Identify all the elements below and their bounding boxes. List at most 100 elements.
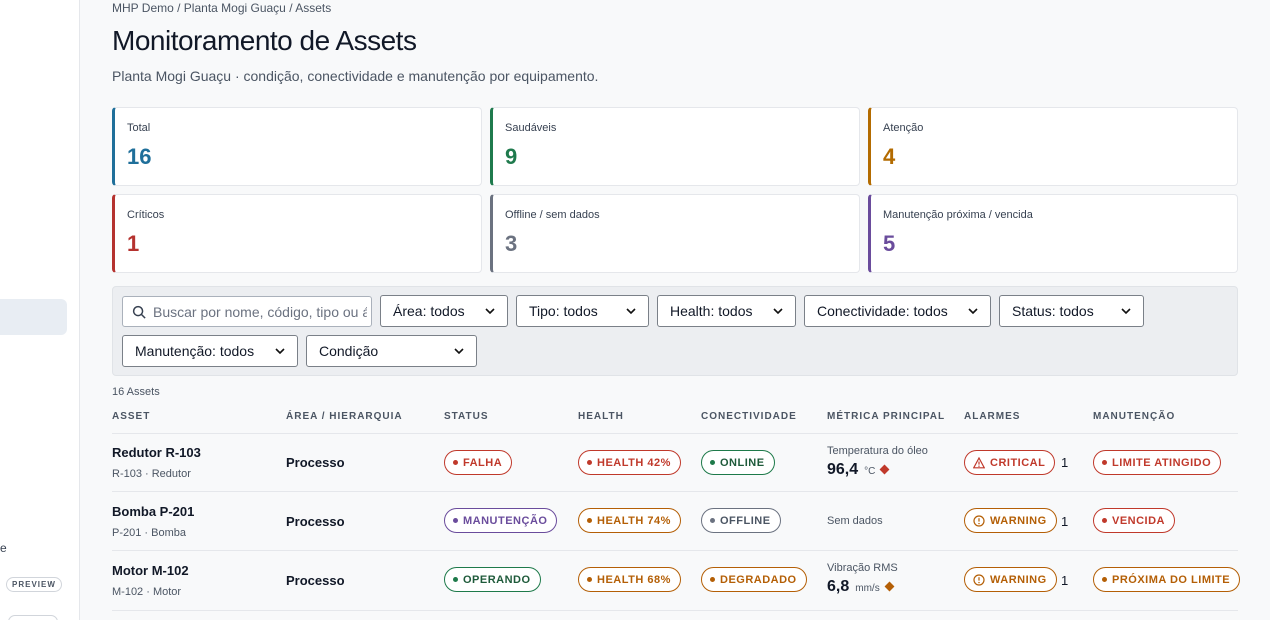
column-header-status[interactable]: STATUS	[444, 411, 489, 422]
health-label: HEALTH 42%	[597, 456, 671, 469]
kpi-offline[interactable]: Offline / sem dados 3	[490, 194, 860, 273]
metric-label: Sem dados	[827, 515, 883, 527]
sidebar: e PREVIEW	[0, 0, 80, 620]
column-header-area[interactable]: ÁREA / HIERARQUIA	[286, 411, 403, 422]
warning-circle-icon	[973, 573, 985, 586]
status-dot	[453, 577, 458, 582]
table-row[interactable]: Redutor R-103 R-103 · Redutor Processo F…	[112, 434, 1238, 492]
breadcrumb[interactable]: MHP Demo / Planta Mogi Guaçu / Assets	[112, 1, 331, 15]
chevron-down-icon	[773, 308, 783, 315]
alarm-badge[interactable]: WARNING	[964, 567, 1057, 592]
kpi-criticos[interactable]: Críticos 1	[112, 194, 482, 273]
asset-code: M-102 · Motor	[112, 586, 182, 598]
metric-value: 96,4	[827, 461, 859, 478]
kpi-manutencao[interactable]: Manutenção próxima / vencida 5	[868, 194, 1238, 273]
column-header-conectividade[interactable]: CONECTIVIDADE	[701, 411, 797, 422]
maint-label: VENCIDA	[1112, 514, 1166, 527]
metric-unit: °C	[864, 466, 876, 477]
health-badge: HEALTH 68%	[578, 567, 681, 592]
health-dot	[587, 577, 592, 582]
health-badge: HEALTH 74%	[578, 508, 681, 533]
metric-value: 6,8	[827, 578, 850, 595]
alarm-count: 1	[1061, 514, 1069, 529]
alarm-cell: WARNING	[964, 567, 1057, 592]
chevron-down-icon	[1121, 308, 1131, 315]
chevron-down-icon	[626, 308, 636, 315]
area-select[interactable]: Área: todos	[380, 295, 508, 327]
conn-cell: DEGRADADO	[701, 567, 807, 592]
tipo-select[interactable]: Tipo: todos	[516, 295, 649, 327]
search-input[interactable]	[153, 297, 367, 326]
maint-cell: PRÓXIMA DO LIMITE	[1093, 567, 1241, 592]
status-badge: FALHA	[444, 450, 513, 475]
maint-badge: LIMITE ATINGIDO	[1093, 450, 1222, 475]
kpi-total[interactable]: Total 16	[112, 107, 482, 186]
asset-name[interactable]: Motor M-102	[112, 563, 189, 578]
alarm-label: CRITICAL	[990, 456, 1046, 469]
column-header-health[interactable]: HEALTH	[578, 411, 624, 422]
column-header-alarmes[interactable]: ALARMES	[964, 411, 1020, 422]
health-cell: HEALTH 74%	[578, 508, 681, 533]
asset-name[interactable]: Bomba P-201	[112, 504, 194, 519]
maint-cell: LIMITE ATINGIDO	[1093, 450, 1222, 475]
conn-cell: ONLINE	[701, 450, 775, 475]
column-header-manutencao[interactable]: MANUTENÇÃO	[1093, 411, 1175, 422]
sidebar-item-label: e	[0, 541, 7, 555]
column-header-asset[interactable]: ASSET	[112, 411, 150, 422]
maint-dot	[1102, 577, 1107, 582]
kpi-value: 3	[505, 231, 518, 256]
critical-diamond-icon	[879, 464, 890, 475]
table-header: ASSET ÁREA / HIERARQUIA STATUS HEALTH CO…	[112, 410, 1238, 434]
sidebar-toggle[interactable]	[8, 615, 58, 620]
status-label: OPERANDO	[463, 573, 531, 586]
area-cell: Processo	[286, 514, 345, 529]
tipo-select-value: Tipo: todos	[529, 303, 598, 319]
search-box[interactable]	[122, 296, 372, 327]
alarm-badge[interactable]: WARNING	[964, 508, 1057, 533]
health-badge: HEALTH 42%	[578, 450, 681, 475]
conectividade-select[interactable]: Conectividade: todos	[804, 295, 991, 327]
manutencao-select[interactable]: Manutenção: todos	[122, 335, 298, 367]
condicao-select-value: Condição	[319, 343, 379, 359]
column-header-metrica[interactable]: MÉTRICA PRINCIPAL	[827, 411, 945, 422]
health-dot	[587, 518, 592, 523]
status-cell: FALHA	[444, 450, 513, 475]
kpi-grid: Total 16 Saudáveis 9 Atenção 4 Críticos …	[112, 107, 1238, 273]
asset-name[interactable]: Redutor R-103	[112, 445, 201, 460]
condicao-select[interactable]: Condição	[306, 335, 477, 367]
page-title: Monitoramento de Assets	[112, 25, 417, 56]
alarm-badge[interactable]: CRITICAL	[964, 450, 1056, 475]
status-select[interactable]: Status: todos	[999, 295, 1144, 327]
area-cell: Processo	[286, 573, 345, 588]
chevron-down-icon	[968, 308, 978, 315]
status-badge: OPERANDO	[444, 567, 541, 592]
health-label: HEALTH 74%	[597, 514, 671, 527]
status-label: MANUTENÇÃO	[463, 514, 548, 527]
metric-label: Vibração RMS	[827, 562, 898, 574]
alarm-count: 1	[1061, 573, 1069, 588]
health-select[interactable]: Health: todos	[657, 295, 796, 327]
asset-cell: Motor M-102 M-102 · Motor	[112, 563, 189, 598]
table-row[interactable]: Motor M-102 M-102 · Motor Processo OPERA…	[112, 551, 1241, 611]
filter-panel: Área: todos Tipo: todos Health: todos Co…	[112, 286, 1238, 376]
table-row[interactable]: Bomba P-201 P-201 · Bomba Processo MANUT…	[112, 493, 1238, 551]
kpi-label: Críticos	[127, 209, 165, 221]
conn-badge: DEGRADADO	[701, 567, 807, 592]
search-icon	[132, 305, 146, 319]
conn-badge: OFFLINE	[701, 508, 781, 533]
preview-badge: PREVIEW	[6, 577, 62, 592]
kpi-value: 5	[883, 231, 896, 256]
sidebar-item-assets[interactable]	[0, 299, 67, 335]
kpi-saudaveis[interactable]: Saudáveis 9	[490, 107, 860, 186]
asset-code: P-201 · Bomba	[112, 527, 186, 539]
alarm-label: WARNING	[990, 573, 1047, 586]
page-subtitle: Planta Mogi Guaçu · condição, conectivid…	[112, 68, 599, 84]
health-label: HEALTH 68%	[597, 573, 671, 586]
kpi-value: 9	[505, 144, 518, 169]
kpi-label: Atenção	[883, 122, 924, 134]
maint-dot	[1102, 460, 1107, 465]
conn-cell: OFFLINE	[701, 508, 781, 533]
conn-label: DEGRADADO	[720, 573, 797, 586]
kpi-atencao[interactable]: Atenção 4	[868, 107, 1238, 186]
chevron-down-icon	[275, 348, 285, 355]
